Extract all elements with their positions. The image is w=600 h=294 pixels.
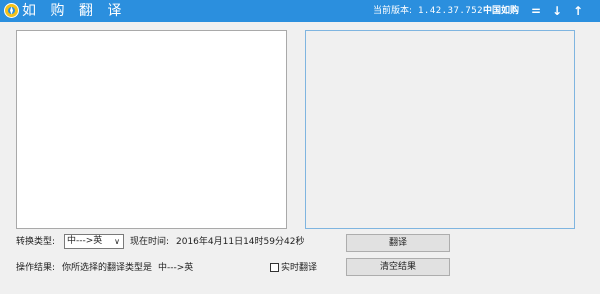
minimize-icon: ↓	[551, 4, 563, 18]
brand-link[interactable]: 中国如购	[483, 5, 519, 17]
close-icon: ↑	[572, 4, 584, 18]
current-time-value: 2016年4月11日14时59分42秒	[176, 237, 305, 247]
minimize-button[interactable]: ↓	[549, 2, 565, 20]
menu-icon: =	[530, 4, 542, 18]
menu-button[interactable]: =	[528, 2, 544, 20]
convert-type-value: 中--->英	[67, 236, 103, 246]
version-label: 当前版本:	[373, 6, 413, 16]
source-text-input[interactable]	[16, 30, 287, 229]
result-label: 操作结果:	[16, 263, 56, 273]
app-logo-icon	[4, 3, 19, 18]
version-value: 1.42.37.752	[418, 6, 484, 16]
app-title: 如 购 翻 译	[22, 3, 127, 19]
translation-output	[305, 30, 575, 229]
result-value: 中--->英	[158, 263, 194, 273]
translate-button[interactable]: 翻译	[346, 234, 450, 252]
result-text: 你所选择的翻译类型是	[62, 263, 153, 273]
realtime-label: 实时翻译	[281, 263, 318, 273]
current-time-label: 现在时间:	[130, 237, 170, 247]
convert-type-select[interactable]: 中--->英 ∨	[64, 234, 124, 249]
clear-results-button[interactable]: 清空结果	[346, 258, 450, 276]
close-button[interactable]: ↑	[570, 2, 586, 20]
convert-type-label: 转换类型:	[16, 237, 56, 247]
watermark	[440, 233, 575, 278]
realtime-checkbox[interactable]	[270, 263, 279, 272]
title-bar: 如 购 翻 译 当前版本: 1.42.37.752 中国如购 = ↓ ↑	[0, 0, 600, 22]
chevron-down-icon: ∨	[114, 237, 120, 246]
